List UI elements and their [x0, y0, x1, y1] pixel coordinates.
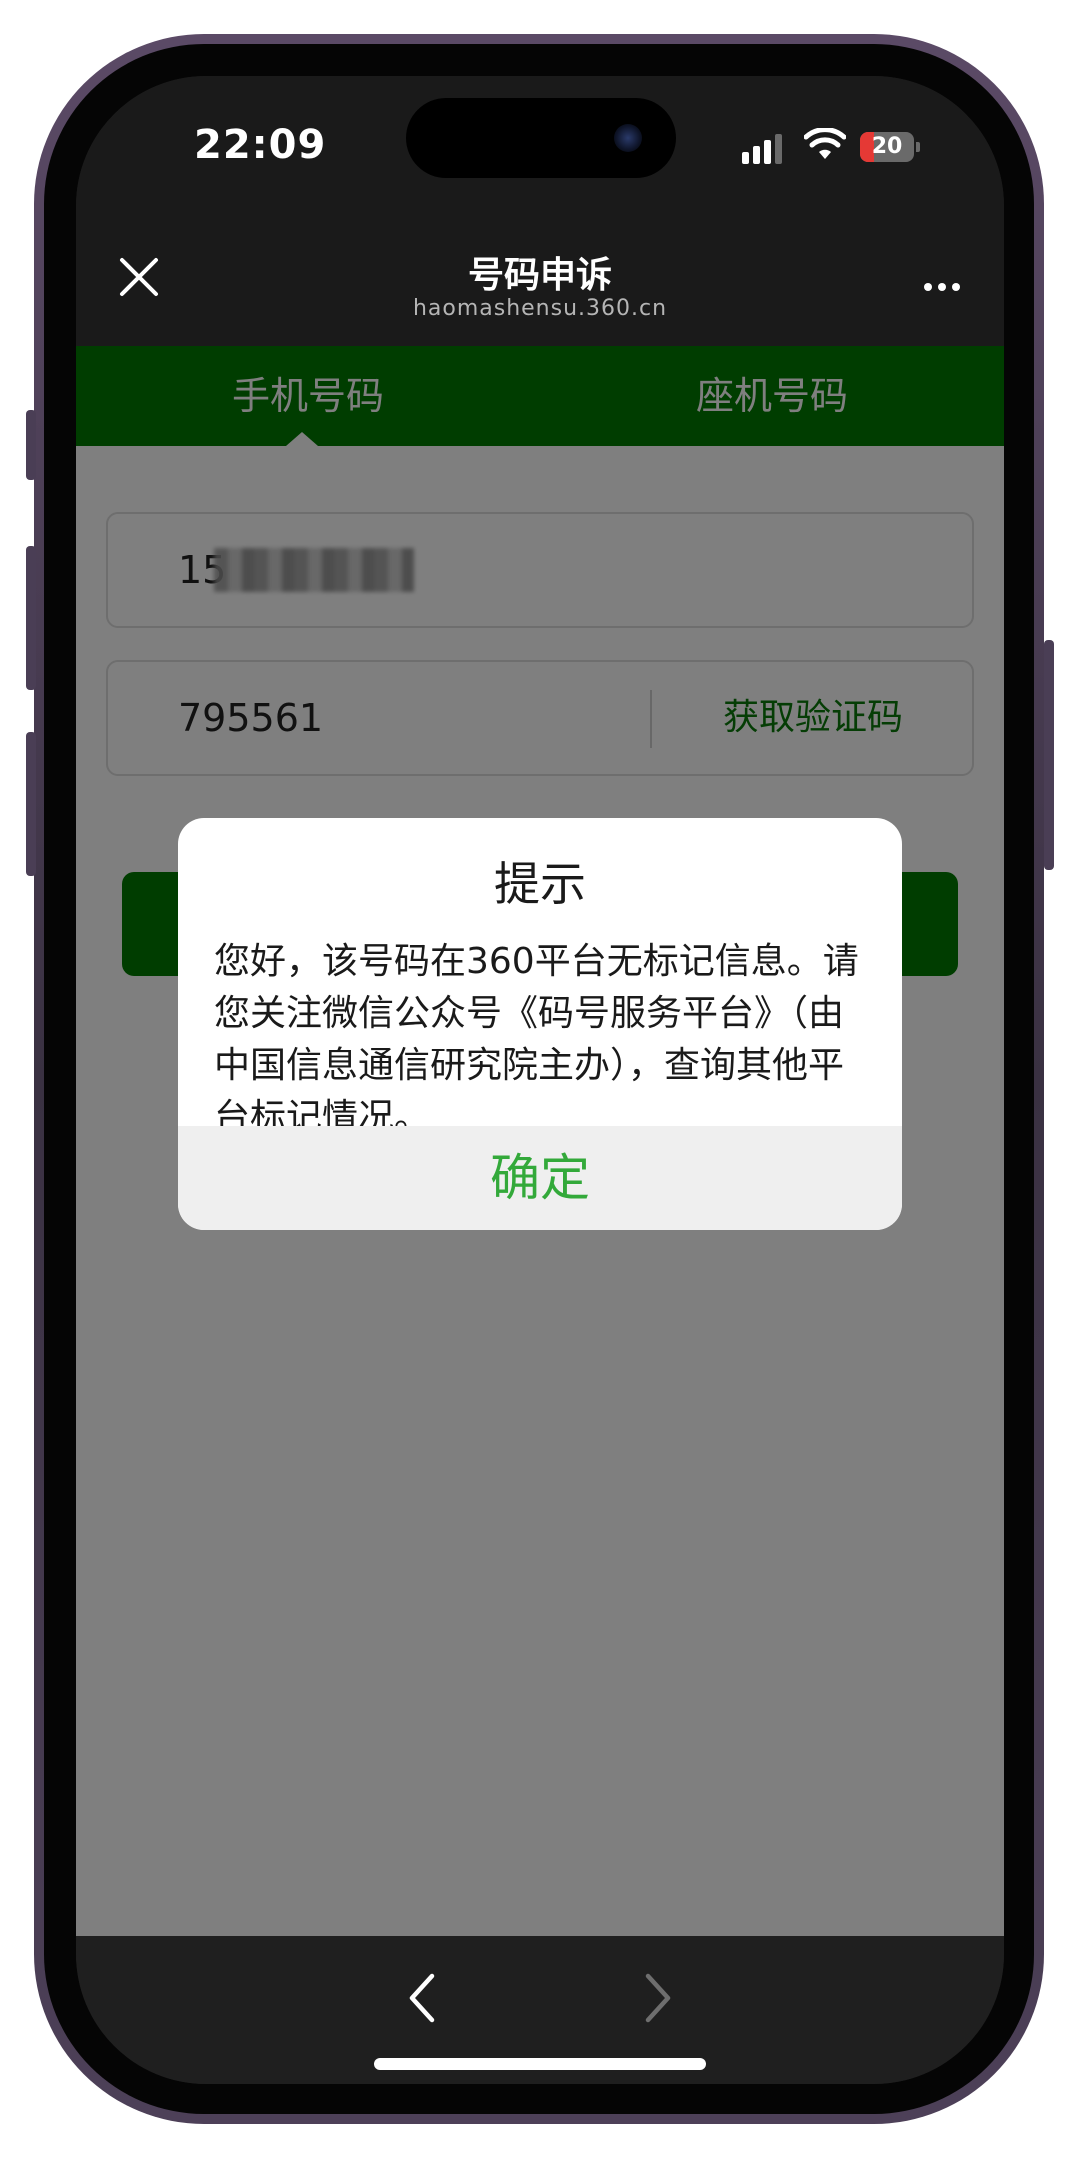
wifi-icon — [804, 128, 846, 159]
battery-icon: 20 — [860, 132, 920, 162]
battery-tip — [916, 142, 920, 152]
power-button — [1044, 640, 1054, 870]
dialog-title: 提示 — [494, 857, 586, 911]
home-indicator[interactable] — [374, 2058, 706, 2070]
dynamic-island — [406, 98, 676, 178]
nav-header: 号码申诉 haomashensu.360.cn — [76, 226, 1004, 346]
camera-icon — [614, 124, 642, 152]
status-time: 22:09 — [194, 122, 327, 168]
more-dots-icon[interactable] — [918, 276, 960, 295]
page-title: 号码申诉 — [467, 255, 612, 296]
chevron-left-icon[interactable] — [406, 1972, 438, 2024]
phone-screen: 22:09 20 号码申诉 haomashensu.360.cn 手机号码 — [76, 76, 1004, 2084]
mute-switch — [26, 410, 36, 480]
dialog-message: 您好，该号码在360平台无标记信息。请您关注微信公众号《码号服务平台》（由中国信… — [214, 941, 859, 1126]
page-url: haomashensu.360.cn — [412, 296, 668, 321]
alert-dialog: 提示 您好，该号码在360平台无标记信息。请您关注微信公众号《码号服务平台》（由… — [178, 818, 902, 1230]
cellular-signal-icon — [742, 134, 786, 164]
confirm-button[interactable]: 确定 — [178, 1126, 902, 1230]
battery-level: 20 — [871, 134, 903, 159]
chevron-right-icon[interactable] — [642, 1972, 674, 2024]
volume-down-button — [26, 732, 36, 876]
volume-up-button — [26, 546, 36, 690]
dialog-footer: 确定 — [178, 1126, 902, 1230]
status-bar: 22:09 20 — [76, 76, 1004, 226]
